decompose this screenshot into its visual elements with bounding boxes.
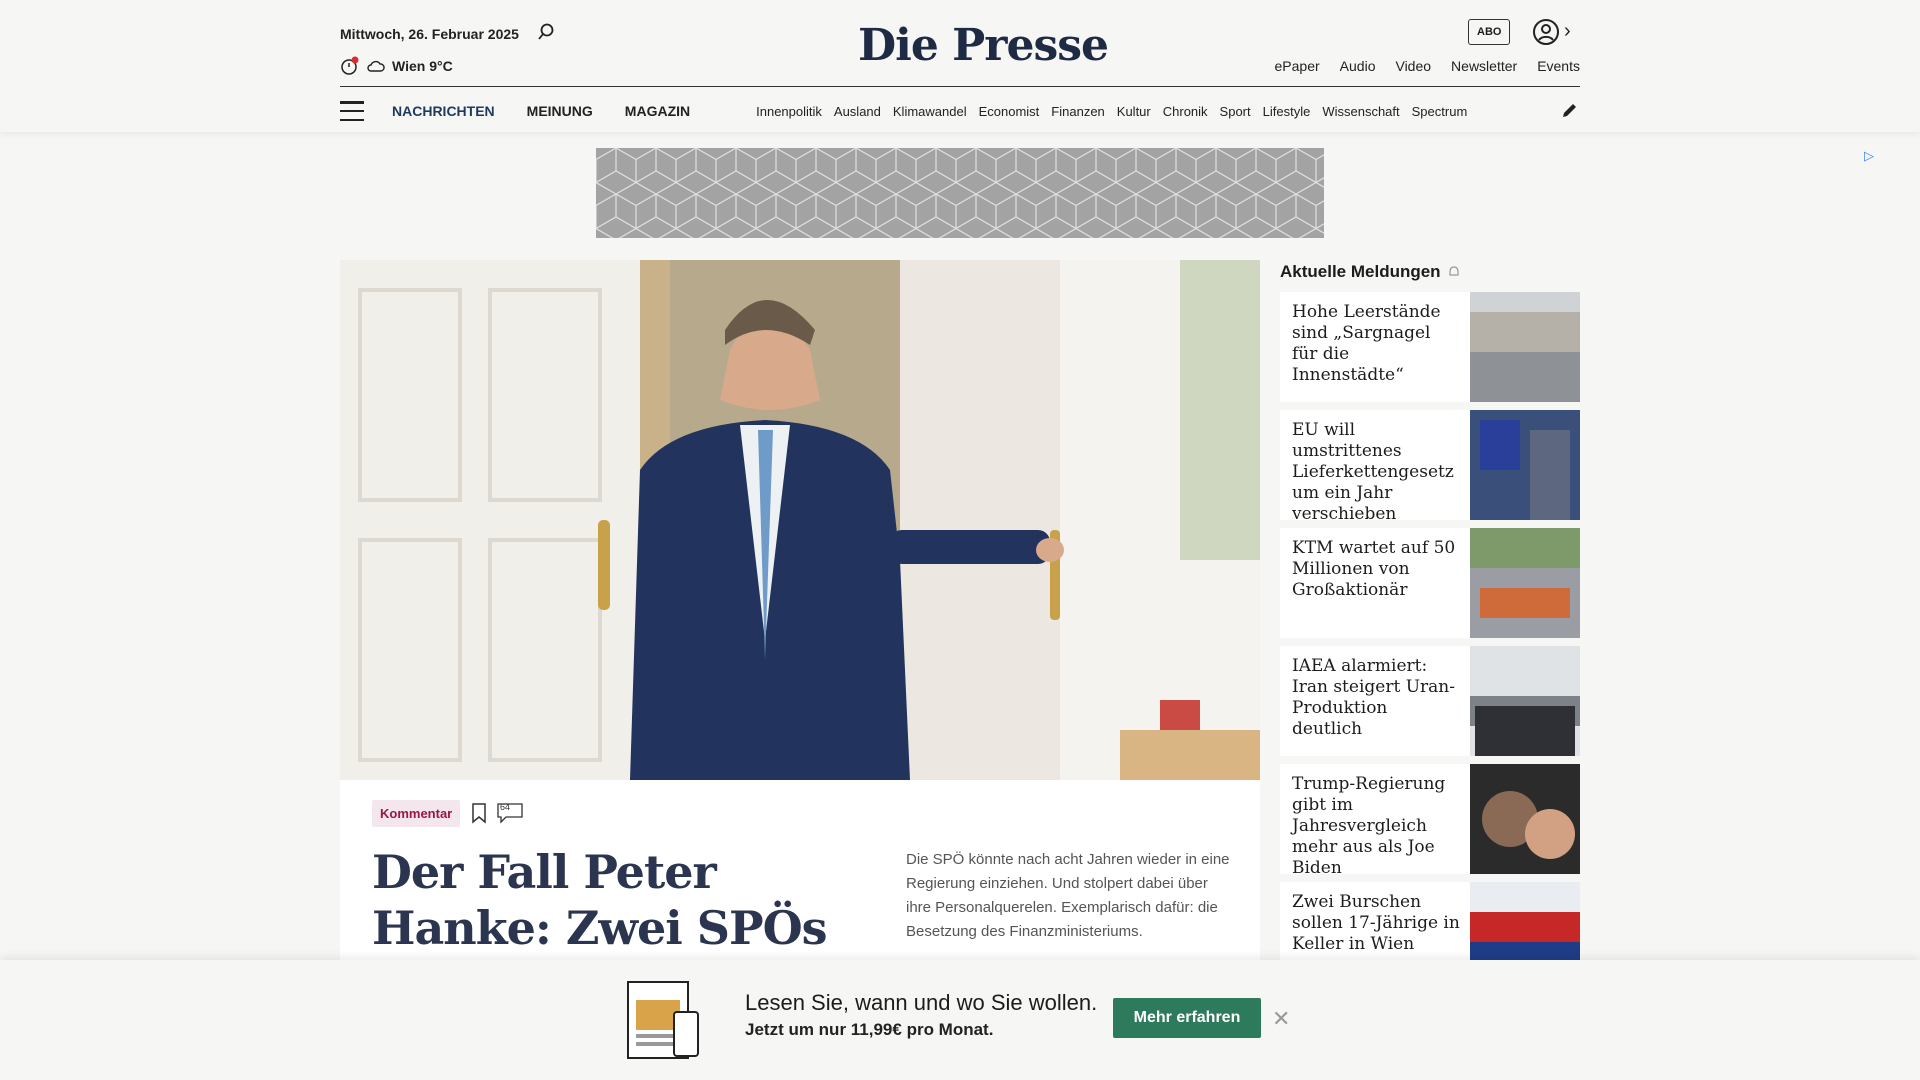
cloud-icon [367,60,385,72]
sub-nav: Innenpolitik Ausland Klimawandel Economi… [756,104,1518,119]
learn-more-button[interactable]: Mehr erfahren [1113,998,1261,1038]
subnav-economist[interactable]: Economist [979,104,1040,119]
banner-subheading: Jetzt um nur 11,99€ pro Monat. [745,1020,994,1039]
article-teaser: Die SPÖ könnte nach acht Jahren wieder i… [906,851,1230,940]
top-links: ePaper Audio Video Newsletter Events [1275,58,1580,74]
sidebar-title: Aktuelle Meldungen [1280,262,1461,282]
pencil-icon[interactable] [1560,100,1580,120]
list-item[interactable]: Hohe Leerstände sind „Sargnagel für die … [1280,292,1580,402]
abo-button[interactable]: ABO [1468,19,1511,45]
list-item-thumbnail [1470,410,1580,520]
list-item-thumbnail [1470,764,1580,874]
list-item-title: IAEA alarmiert: Iran steigert Uran-Produ… [1292,656,1455,739]
hero-photo [340,260,1260,780]
weather-widget[interactable]: Wien 9°C [340,56,453,76]
list-item-thumbnail [1470,292,1580,402]
article-tag[interactable]: Kommentar [372,800,461,827]
toplink-events[interactable]: Events [1537,58,1580,74]
user-icon[interactable] [1532,18,1560,46]
subnav-chronik[interactable]: Chronik [1163,104,1208,119]
main-nav: NACHRICHTEN MEINUNG MAGAZIN Innenpolitik… [340,96,1580,126]
banner-heading: Lesen Sie, wann und wo Sie wollen. [745,990,1098,1015]
hero-image[interactable] [340,260,1260,780]
toplink-epaper[interactable]: ePaper [1275,58,1320,74]
clock-icon [341,56,359,75]
subnav-innenpolitik[interactable]: Innenpolitik [756,104,822,119]
site-logo[interactable]: Die Presse [858,20,1109,71]
news-list: Hohe Leerstände sind „Sargnagel für die … [1280,292,1580,1000]
list-item-title: Hohe Leerstände sind „Sargnagel für die … [1292,302,1441,385]
site-header: Mittwoch, 26. Februar 2025 Wien 9°C Die … [0,0,1920,132]
subnav-lifestyle[interactable]: Lifestyle [1263,104,1311,119]
subnav-klimawandel[interactable]: Klimawandel [893,104,967,119]
header-divider [340,86,1580,87]
bookmark-icon[interactable] [470,802,488,824]
subnav-ausland[interactable]: Ausland [834,104,881,119]
list-item-title: KTM wartet auf 50 Millionen von Großakti… [1292,538,1456,600]
chevron-right-icon[interactable]: › [1564,20,1571,43]
current-date: Mittwoch, 26. Februar 2025 [340,26,519,42]
list-item[interactable]: EU will umstrittenes Lieferkettengesetz … [1280,410,1580,520]
subnav-finanzen[interactable]: Finanzen [1051,104,1104,119]
close-icon[interactable]: ✕ [1272,1006,1290,1032]
comment-count: 64 [500,802,511,812]
ad-banner[interactable] [596,148,1324,238]
list-item[interactable]: Trump-Regierung gibt im Jahresvergleich … [1280,764,1580,874]
list-item-title: Trump-Regierung gibt im Jahresvergleich … [1292,774,1446,874]
subnav-sport[interactable]: Sport [1220,104,1251,119]
adchoices-icon[interactable]: ▷ [1864,148,1874,164]
nav-meinung[interactable]: MEINUNG [527,103,593,119]
list-item-title: Zwei Burschen sollen 17-Jährige in Kelle… [1292,892,1460,954]
toplink-newsletter[interactable]: Newsletter [1451,58,1517,74]
sidebar-title-text: Aktuelle Meldungen [1280,262,1441,281]
ad-pattern [596,148,1324,238]
subnav-wissenschaft[interactable]: Wissenschaft [1322,104,1399,119]
search-icon[interactable] [536,22,556,42]
weather-label: Wien 9°C [392,58,453,74]
list-item-thumbnail [1470,646,1580,756]
subnav-kultur[interactable]: Kultur [1117,104,1151,119]
list-item-thumbnail [1470,528,1580,638]
list-item-title: EU will umstrittenes Lieferkettengesetz … [1292,420,1454,520]
nav-nachrichten[interactable]: NACHRICHTEN [392,103,495,119]
list-item[interactable]: KTM wartet auf 50 Millionen von Großakti… [1280,528,1580,638]
bell-icon [1448,266,1459,276]
subnav-spectrum[interactable]: Spectrum [1412,104,1468,119]
device-illustration [627,981,699,1059]
toplink-audio[interactable]: Audio [1340,58,1376,74]
subscription-banner: Lesen Sie, wann und wo Sie wollen. Jetzt… [0,960,1920,1080]
nav-magazin[interactable]: MAGAZIN [625,103,690,119]
list-item[interactable]: IAEA alarmiert: Iran steigert Uran-Produ… [1280,646,1580,756]
toplink-video[interactable]: Video [1395,58,1431,74]
menu-icon[interactable] [340,101,364,121]
